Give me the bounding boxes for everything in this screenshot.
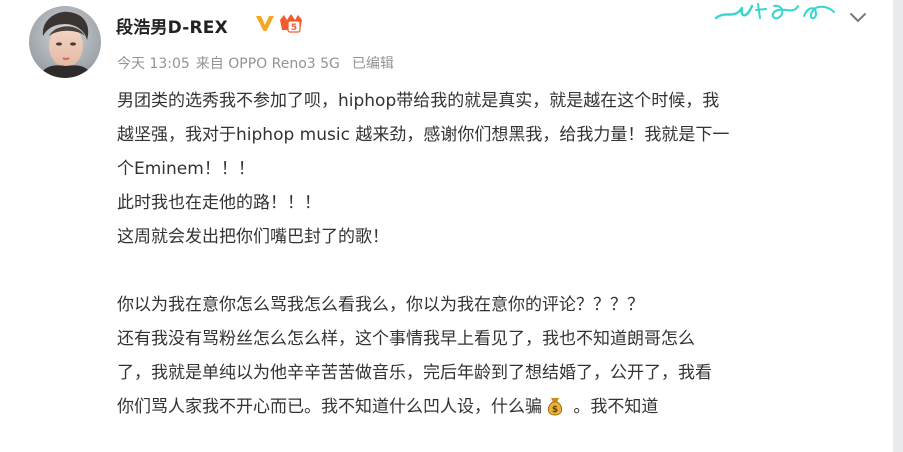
content-line-with-emoji: 你们骂人家我不开心而已。我不知道什么凹人设，什么骗 $ 。我不知道	[117, 390, 877, 424]
post-meta: 今天 13:05 来自 OPPO Reno3 5G 已编辑	[117, 53, 400, 73]
edited-label[interactable]: 已编辑	[352, 56, 394, 72]
avatar-portrait-icon	[29, 6, 101, 78]
content-line: 了，我就是单纯以为他辛辛苦苦做音乐，完后年龄到了想结婚了，公开了，我看	[117, 363, 712, 383]
content-line: 你以为我在意你怎么骂我怎么看我么，你以为我在意你的评论？？？？	[117, 295, 644, 315]
cyan-handwriting-decoration-icon	[712, 0, 842, 26]
page-background-gutter	[893, 0, 903, 452]
member-level-number: 5	[291, 23, 297, 33]
member-level-icon[interactable]: 5	[278, 12, 304, 38]
content-line: 这周就会发出把你们嘴巴封了的歌！	[117, 227, 389, 247]
author-avatar[interactable]	[29, 6, 101, 78]
post-content: 男团类的选秀我不参加了呗，hiphop带给我的就是真实，就是越在这个时候，我 越…	[117, 84, 877, 424]
svg-text:$: $	[552, 405, 558, 415]
content-line: 越坚强，我对于hiphop music 越来劲，感谢你们想黑我，给我力量！我就是…	[117, 125, 730, 145]
weibo-post-card: 段浩男D-REX 5 今天 13:05 来自 OPPO Reno3 5G 已编辑	[0, 0, 893, 452]
content-line: 还有我没有骂粉丝怎么怎么样，这个事情我早上看见了，我也不知道朗哥怎么	[117, 329, 695, 349]
author-badges: 5	[255, 12, 304, 38]
content-line: 此时我也在走他的路！！！	[117, 193, 321, 213]
content-line: 个Eminem！！！	[117, 159, 255, 179]
author-name[interactable]: 段浩男D-REX	[116, 13, 228, 38]
verified-v-icon[interactable]	[255, 14, 275, 36]
chevron-down-icon	[850, 13, 866, 22]
post-source: 来自 OPPO Reno3 5G	[195, 56, 340, 72]
content-text: 。我不知道	[568, 397, 659, 417]
content-text: 你们骂人家我不开心而已。我不知道什么凹人设，什么骗	[117, 397, 542, 417]
money-bag-icon: $	[544, 395, 566, 417]
more-options-button[interactable]	[845, 7, 871, 27]
post-time[interactable]: 今天 13:05	[117, 56, 190, 72]
content-line: 男团类的选秀我不参加了呗，hiphop带给我的就是真实，就是越在这个时候，我	[117, 91, 720, 111]
